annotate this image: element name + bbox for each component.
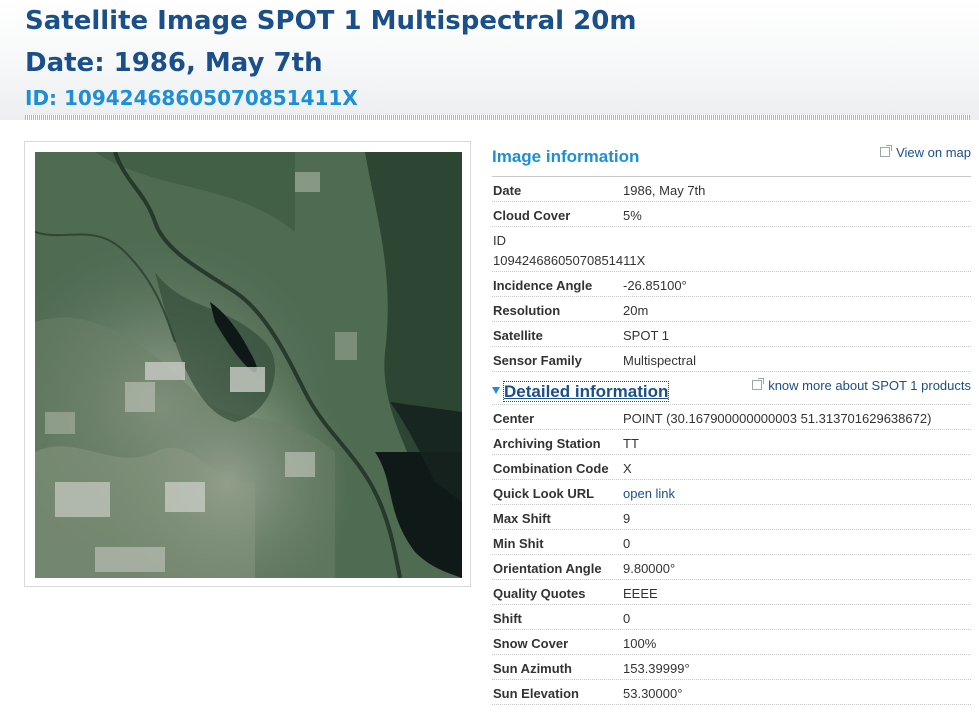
row-label: Satellite xyxy=(493,328,543,343)
row-label: Combination Code xyxy=(493,461,609,476)
info-row-sensor-family: Sensor Family Multispectral xyxy=(492,347,971,372)
info-row-incidence-angle: Incidence Angle -26.85100° xyxy=(492,272,971,297)
detail-row-min-shift: Min Shit 0 xyxy=(492,530,971,555)
detail-row-sun-elevation: Sun Elevation 53.30000° xyxy=(492,680,971,705)
detailed-information-toggle[interactable]: Detailed information xyxy=(492,381,670,402)
row-label: Orientation Angle xyxy=(493,561,602,576)
row-label: Max Shift xyxy=(493,511,551,526)
row-label: Sun Elevation xyxy=(493,686,579,701)
info-row-resolution: Resolution 20m xyxy=(492,297,971,322)
row-value: TT xyxy=(623,436,639,451)
detail-row-center: Center POINT (30.167900000000003 51.3137… xyxy=(492,405,971,430)
row-value: SPOT 1 xyxy=(623,328,670,343)
info-row-date: Date 1986, May 7th xyxy=(492,177,971,202)
detailed-information-header: Detailed information know more about SPO… xyxy=(492,372,971,405)
row-label: Resolution xyxy=(493,303,561,318)
image-information-heading: Image information xyxy=(492,147,640,166)
satellite-thumbnail[interactable] xyxy=(35,152,462,578)
detail-row-archiving-station: Archiving Station TT xyxy=(492,430,971,455)
spot-products-link[interactable]: know more about SPOT 1 products xyxy=(752,378,971,393)
info-row-id: ID 10942468605070851411X xyxy=(492,227,971,272)
row-label: Center xyxy=(493,411,535,426)
external-link-icon xyxy=(752,378,765,390)
detail-row-quick-look-url: Quick Look URL open link xyxy=(492,480,971,505)
row-label: Min Shit xyxy=(493,536,544,551)
detail-row-combination-code: Combination Code X xyxy=(492,455,971,480)
quick-look-open-link[interactable]: open link xyxy=(623,486,675,501)
header-divider xyxy=(25,115,970,120)
detail-row-quality-quotes: Quality Quotes EEEE xyxy=(492,580,971,605)
row-value: EEEE xyxy=(623,586,658,601)
row-value: X xyxy=(623,461,632,476)
row-value: 20m xyxy=(623,303,649,318)
page-title: Satellite Image SPOT 1 Multispectral 20m xyxy=(25,6,637,36)
view-on-map-label: View on map xyxy=(896,145,971,160)
row-value: open link xyxy=(623,486,675,501)
row-value: 1986, May 7th xyxy=(623,183,706,198)
image-date-heading: Date: 1986, May 7th xyxy=(25,48,323,78)
row-value: 5% xyxy=(623,208,642,223)
row-label: Sun Azimuth xyxy=(493,661,572,676)
row-value: POINT (30.167900000000003 51.31370162963… xyxy=(623,411,932,426)
row-label: Sensor Family xyxy=(493,353,582,368)
row-value: 10942468605070851411X xyxy=(493,253,646,268)
info-row-satellite: Satellite SPOT 1 xyxy=(492,322,971,347)
row-label: Incidence Angle xyxy=(493,278,593,293)
detail-row-shift: Shift 0 xyxy=(492,605,971,630)
row-label: Snow Cover xyxy=(493,636,569,651)
row-value: 153.39999° xyxy=(623,661,690,676)
view-on-map-link[interactable]: View on map xyxy=(880,145,971,160)
row-value: 0 xyxy=(623,536,631,551)
row-value: 9.80000° xyxy=(623,561,676,576)
row-label: Quality Quotes xyxy=(493,586,586,601)
row-label: Archiving Station xyxy=(493,436,601,451)
image-information-header: Image information View on map xyxy=(492,140,971,177)
row-label: Shift xyxy=(493,611,522,626)
detail-row-sun-azimuth: Sun Azimuth 153.39999° xyxy=(492,655,971,680)
page-header: Satellite Image SPOT 1 Multispectral 20m… xyxy=(0,0,979,120)
detail-row-orientation-angle: Orientation Angle 9.80000° xyxy=(492,555,971,580)
row-label: Quick Look URL xyxy=(493,486,595,501)
row-value: 9 xyxy=(623,511,631,526)
image-information-panel: Image information View on map Date 1986,… xyxy=(492,140,971,705)
row-value: Multispectral xyxy=(623,353,696,368)
image-id-heading: ID: 1094246860507085141​1X xyxy=(25,86,358,110)
info-row-cloud-cover: Cloud Cover 5% xyxy=(492,202,971,227)
collapse-triangle-icon xyxy=(492,387,500,394)
detail-row-snow-cover: Snow Cover 100% xyxy=(492,630,971,655)
row-label: ID xyxy=(493,233,506,248)
row-value: 0 xyxy=(623,611,631,626)
external-link-icon xyxy=(880,145,893,157)
detailed-information-heading: Detailed information xyxy=(502,381,670,402)
row-value: 100% xyxy=(623,636,657,651)
row-value: 53.30000° xyxy=(623,686,683,701)
satellite-thumbnail-frame xyxy=(24,141,471,587)
row-value: -26.85100° xyxy=(623,278,687,293)
detail-row-max-shift: Max Shift 9 xyxy=(492,505,971,530)
row-label: Cloud Cover xyxy=(493,208,571,223)
spot-products-label: know more about SPOT 1 products xyxy=(768,378,971,393)
row-label: Date xyxy=(493,183,522,198)
